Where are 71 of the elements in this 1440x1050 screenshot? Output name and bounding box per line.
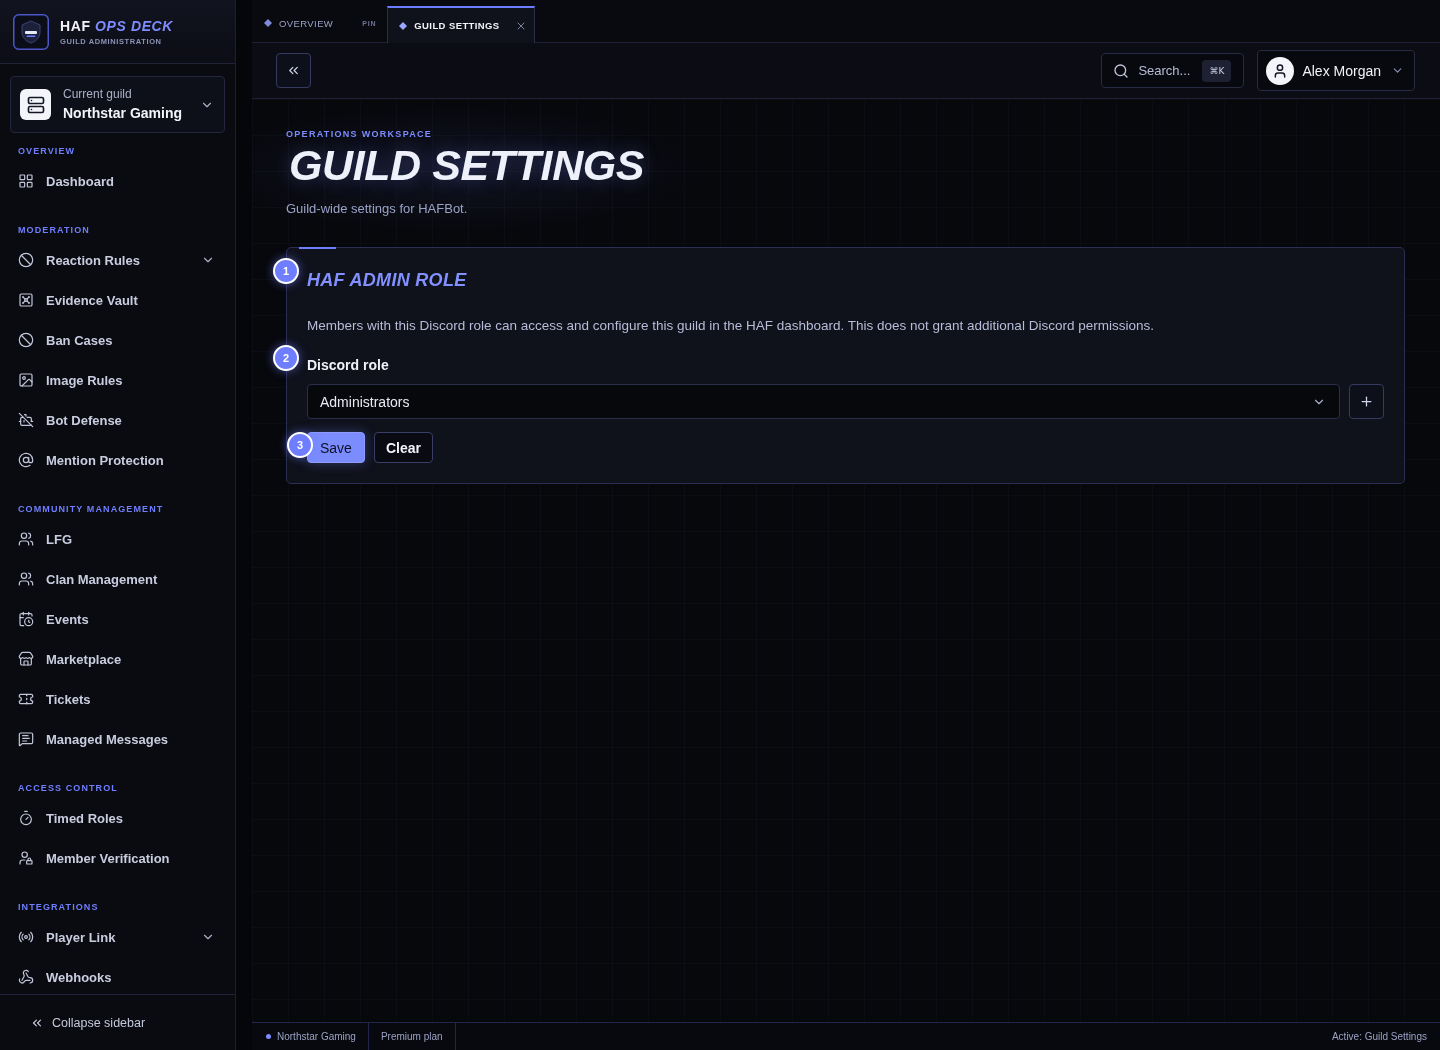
collapse-button[interactable] (276, 53, 311, 88)
page-subtitle: Guild-wide settings for HAFBot. (286, 200, 468, 218)
step-marker: 1 (273, 258, 299, 284)
nav-item[interactable]: Dashboard (10, 164, 225, 198)
nav-section-label: MODERATION (18, 224, 90, 236)
diamond-icon (264, 19, 272, 27)
bot-off-icon (18, 412, 34, 428)
nav-item[interactable]: Player Link (10, 920, 225, 954)
image-icon (18, 372, 34, 388)
user-lock-icon (18, 850, 34, 866)
users-icon (18, 571, 34, 587)
nav-section-label: ACCESS CONTROL (18, 782, 118, 794)
nav-item[interactable]: Evidence Vault (10, 283, 225, 317)
store-icon (18, 651, 34, 667)
guild-picker[interactable]: Current guild Northstar Gaming (10, 76, 225, 133)
nav-section-label: OVERVIEW (18, 145, 76, 157)
nav-item[interactable]: Reaction Rules (10, 243, 225, 277)
nav-item[interactable]: Timed Roles (10, 801, 225, 835)
nav-item[interactable]: Events (10, 602, 225, 636)
guild-name: Northstar Gaming (63, 105, 182, 122)
ticket-icon (18, 691, 34, 707)
nav-item[interactable]: Tickets (10, 682, 225, 716)
clear-button[interactable]: Clear (373, 432, 433, 463)
page-title: GUILD SETTINGS (289, 142, 645, 188)
timer-icon (18, 810, 34, 826)
card-title: HAF ADMIN ROLE (307, 269, 467, 292)
step-marker: 3 (287, 432, 313, 458)
server-icon (20, 89, 51, 120)
nav-item[interactable]: Bot Defense (10, 403, 225, 437)
chat-bubble-icon (18, 731, 34, 747)
user-menu-button[interactable]: Alex Morgan (1257, 50, 1415, 91)
vault-icon (18, 292, 34, 308)
diamond-icon (399, 21, 408, 30)
ban-icon (18, 332, 34, 348)
nav-item[interactable]: Clan Management (10, 562, 225, 596)
step-marker: 2 (273, 345, 299, 371)
nav-item[interactable]: Marketplace (10, 642, 225, 676)
nav-item[interactable]: Ban Cases (10, 323, 225, 357)
nav-section-label: INTEGRATIONS (18, 901, 99, 913)
status-guild: Northstar Gaming (277, 1031, 356, 1042)
nav-item[interactable]: Image Rules (10, 363, 225, 397)
status-active-page: Active: Guild Settings (1331, 1031, 1427, 1042)
nav-item[interactable]: Managed Messages (10, 722, 225, 756)
shortcut-key: ⌘K (1202, 59, 1232, 82)
field-label: Discord role (307, 356, 389, 375)
broadcast-icon (18, 929, 34, 945)
user-avatar-icon (1266, 56, 1295, 85)
shield-logo-icon (13, 13, 49, 50)
calendar-clock-icon (18, 611, 34, 627)
brand-title: HAF OPS DECK (60, 17, 173, 34)
status-plan: Premium plan (380, 1031, 443, 1042)
plus-icon (1359, 394, 1374, 409)
collapse-sidebar-button[interactable]: Collapse sidebar (20, 1009, 156, 1036)
status-dot-icon (266, 1034, 271, 1039)
dashboard-grid-icon (18, 173, 34, 189)
nav-item[interactable]: LFG (10, 522, 225, 556)
ban-icon (18, 252, 34, 268)
nav-item[interactable]: Mention Protection (10, 443, 225, 477)
search-icon (1113, 62, 1130, 79)
nav-section-label: COMMUNITY MANAGEMENT (18, 503, 164, 515)
card-description: Members with this Discord role can access and configure this guild in the HAF dashboard. This does not grant additional Discord permissions. (307, 317, 1155, 335)
guild-picker-label: Current guild (63, 87, 132, 101)
nav-item[interactable]: Webhooks (10, 960, 225, 994)
webhook-icon (18, 969, 34, 985)
tab[interactable]: GUILD SETTINGS (387, 6, 535, 43)
save-button[interactable]: Save (307, 432, 365, 463)
nav-item[interactable]: Member Verification (10, 841, 225, 875)
role-select[interactable]: Administrators (307, 384, 1340, 419)
page-eyebrow: OPERATIONS WORKSPACE (286, 128, 433, 140)
users-icon (18, 531, 34, 547)
at-sign-icon (18, 452, 34, 468)
